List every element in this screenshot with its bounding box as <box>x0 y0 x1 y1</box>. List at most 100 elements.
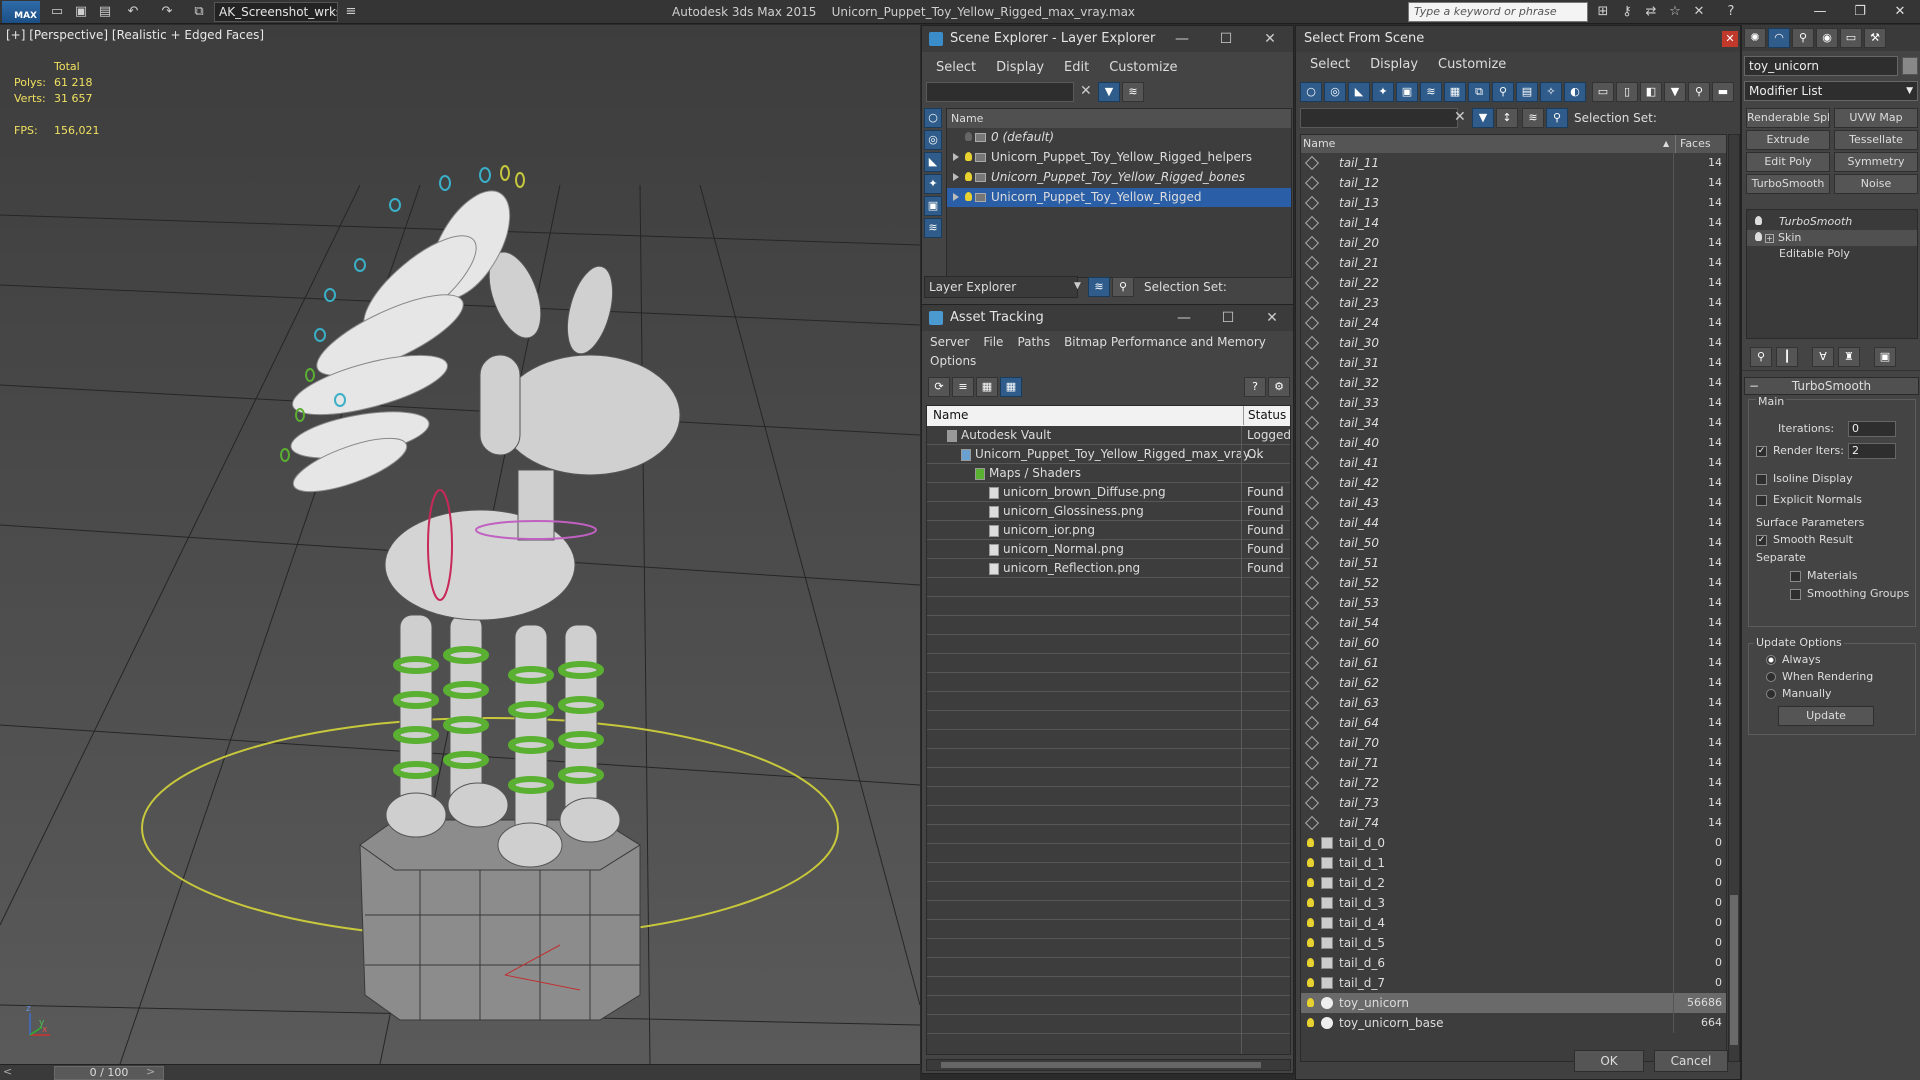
modifier-button[interactable]: Edit Poly <box>1746 152 1830 172</box>
render-iters-spinner[interactable]: 2 <box>1848 443 1896 459</box>
minimize-icon[interactable]: — <box>1160 26 1204 52</box>
scene-object-row[interactable]: tail_31 14 <box>1301 353 1726 373</box>
lightbulb-icon[interactable] <box>1307 898 1314 907</box>
minimize-icon[interactable]: — <box>1800 0 1840 24</box>
scene-object-row[interactable]: tail_14 14 <box>1301 213 1726 233</box>
configure-sets-icon[interactable]: ▣ <box>1874 347 1896 367</box>
app-logo[interactable]: MAX <box>2 1 40 23</box>
lightbulb-icon[interactable] <box>1307 858 1314 867</box>
layer-hierarchy-icon[interactable]: ≋ <box>1522 108 1544 128</box>
materials-checkbox[interactable] <box>1790 570 1801 582</box>
scene-object-row[interactable]: tail_d_4 0 <box>1301 913 1726 933</box>
layer-row[interactable]: Unicorn_Puppet_Toy_Yellow_Rigged_helpers <box>947 148 1291 167</box>
star-icon[interactable]: ☆ <box>1666 3 1684 21</box>
search-input[interactable]: Type a keyword or phrase <box>1408 2 1588 22</box>
display-frozen-icon[interactable]: ✧ <box>1540 82 1562 102</box>
refresh-icon[interactable]: ⟳ <box>928 377 950 397</box>
display-xrefs-icon[interactable]: ⧉ <box>1468 82 1490 102</box>
update-rendering-option[interactable]: When Rendering <box>1766 670 1873 683</box>
scene-object-row[interactable]: toy_unicorn 56686 <box>1301 993 1726 1013</box>
close-icon[interactable]: ✕ <box>1880 0 1920 24</box>
layer-tool-icon[interactable]: ≋ <box>1122 82 1144 102</box>
filter-toggle-icon[interactable]: ▼ <box>1664 82 1686 102</box>
display-helpers-icon[interactable]: ▣ <box>1396 82 1418 102</box>
viewport-label[interactable]: [+] [Perspective] [Realistic + Edged Fac… <box>6 28 264 42</box>
minimize-icon[interactable]: — <box>1162 305 1206 331</box>
expand-arrow-icon[interactable] <box>953 153 959 161</box>
lightbulb-icon[interactable] <box>965 132 972 141</box>
scene-object-row[interactable]: tail_12 14 <box>1301 173 1726 193</box>
update-always-option[interactable]: Always <box>1766 653 1821 666</box>
filter-icon[interactable]: ▼ <box>1472 108 1494 128</box>
scene-object-row[interactable]: tail_23 14 <box>1301 293 1726 313</box>
menu-customize[interactable]: Customize <box>1438 57 1506 72</box>
exchange-icon[interactable]: ⇄ <box>1642 3 1660 21</box>
object-color-swatch[interactable] <box>1902 57 1918 75</box>
menu-edit[interactable]: Edit <box>1064 60 1089 75</box>
menu-customize[interactable]: Customize <box>1109 60 1177 75</box>
expand-icon[interactable]: + <box>1765 234 1774 243</box>
display-tab-icon[interactable]: ▭ <box>1840 28 1862 48</box>
display-groups-icon[interactable]: ▦ <box>1444 82 1466 102</box>
scene-object-row[interactable]: tail_13 14 <box>1301 193 1726 213</box>
select-all-icon[interactable]: ▭ <box>1592 82 1614 102</box>
isoline-option[interactable]: Isoline Display <box>1756 472 1853 485</box>
layer-row[interactable]: Unicorn_Puppet_Toy_Yellow_Rigged <box>947 188 1291 207</box>
update-manually-option[interactable]: Manually <box>1766 687 1832 700</box>
collapse-all-icon[interactable]: ▬ <box>1712 82 1734 102</box>
menu-server[interactable]: Server <box>930 335 969 349</box>
explorer-type-dropdown[interactable]: Layer Explorer <box>924 276 1078 298</box>
remove-modifier-icon[interactable]: ♜ <box>1838 347 1860 367</box>
menu-options[interactable]: Options <box>930 354 976 368</box>
show-end-result-icon[interactable]: ┃ <box>1776 347 1798 367</box>
scene-object-row[interactable]: tail_52 14 <box>1301 573 1726 593</box>
object-filter-input[interactable] <box>1300 108 1458 128</box>
motion-tab-icon[interactable]: ◉ <box>1816 28 1838 48</box>
clear-filter-icon[interactable]: ✕ <box>1454 109 1466 125</box>
lightbulb-icon[interactable] <box>965 172 972 181</box>
display-lights-icon[interactable]: ✦ <box>924 174 942 194</box>
scene-object-row[interactable]: tail_44 14 <box>1301 513 1726 533</box>
scene-object-row[interactable]: tail_70 14 <box>1301 733 1726 753</box>
asset-row[interactable]: unicorn_Glossiness.png Found <box>927 502 1290 521</box>
close-icon[interactable]: ✕ <box>1722 31 1738 47</box>
chevron-down-icon[interactable]: ▼ <box>1074 281 1081 291</box>
scene-object-row[interactable]: tail_72 14 <box>1301 773 1726 793</box>
expand-arrow-icon[interactable] <box>953 193 959 201</box>
filter-icon[interactable]: ▼ <box>1098 82 1120 102</box>
scene-filter-input[interactable] <box>926 82 1074 102</box>
asset-row[interactable]: unicorn_ior.png Found <box>927 521 1290 540</box>
render-iters-option[interactable]: ✓ Render Iters: <box>1756 444 1844 457</box>
restore-icon[interactable]: ☐ <box>1206 305 1250 331</box>
scene-object-row[interactable]: tail_51 14 <box>1301 553 1726 573</box>
scene-object-row[interactable]: tail_42 14 <box>1301 473 1726 493</box>
lightbulb-icon[interactable] <box>1307 938 1314 947</box>
sort-icon[interactable]: ↕ <box>1496 108 1518 128</box>
materials-option[interactable]: Materials <box>1790 569 1857 582</box>
col-name[interactable]: Name <box>933 406 968 425</box>
scene-object-row[interactable]: tail_d_7 0 <box>1301 973 1726 993</box>
scene-object-row[interactable]: tail_32 14 <box>1301 373 1726 393</box>
next-frame-icon[interactable]: > <box>146 1065 155 1078</box>
display-bones-icon[interactable]: ⚲ <box>1492 82 1514 102</box>
display-hidden-icon[interactable]: ◐ <box>1564 82 1586 102</box>
hierarchy-tab-icon[interactable]: ⚲ <box>1792 28 1814 48</box>
modifier-stack-item[interactable]: + Skin <box>1747 230 1917 246</box>
hierarchy-filter-icon[interactable]: ⚲ <box>1688 82 1710 102</box>
smooth-result-option[interactable]: ✓ Smooth Result <box>1756 533 1853 546</box>
scene-object-row[interactable]: tail_24 14 <box>1301 313 1726 333</box>
lightbulb-icon[interactable] <box>1307 958 1314 967</box>
create-tab-icon[interactable]: ✺ <box>1744 28 1766 48</box>
display-geometry-icon[interactable]: ◎ <box>924 130 942 150</box>
scene-object-row[interactable]: tail_d_5 0 <box>1301 933 1726 953</box>
close-icon[interactable]: ✕ <box>1250 305 1294 331</box>
expand-arrow-icon[interactable] <box>953 173 959 181</box>
scene-object-row[interactable]: tail_20 14 <box>1301 233 1726 253</box>
scene-object-row[interactable]: tail_63 14 <box>1301 693 1726 713</box>
scene-object-row[interactable]: toy_unicorn_base 664 <box>1301 1013 1726 1033</box>
scene-object-row[interactable]: tail_30 14 <box>1301 333 1726 353</box>
lightbulb-icon[interactable] <box>1307 978 1314 987</box>
modifier-stack-item[interactable]: TurboSmooth <box>1747 214 1917 230</box>
scene-object-row[interactable]: tail_41 14 <box>1301 453 1726 473</box>
utilities-tab-icon[interactable]: ⚒ <box>1864 28 1886 48</box>
